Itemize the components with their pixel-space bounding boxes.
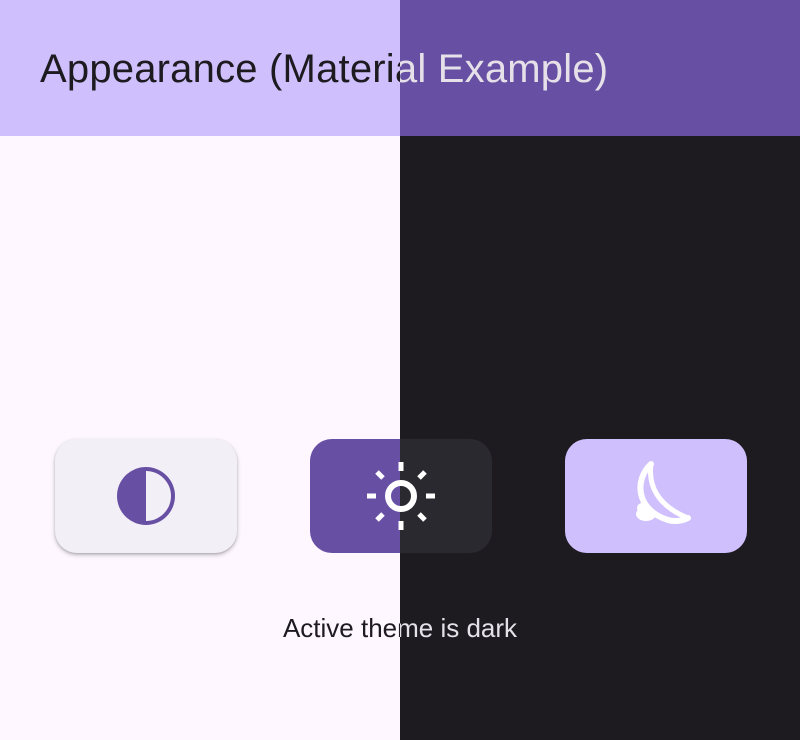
system-theme-button[interactable]	[55, 439, 237, 553]
dark-theme-button-dark[interactable]	[565, 439, 747, 553]
moon-icon	[636, 461, 691, 525]
contrast-icon	[117, 467, 175, 525]
